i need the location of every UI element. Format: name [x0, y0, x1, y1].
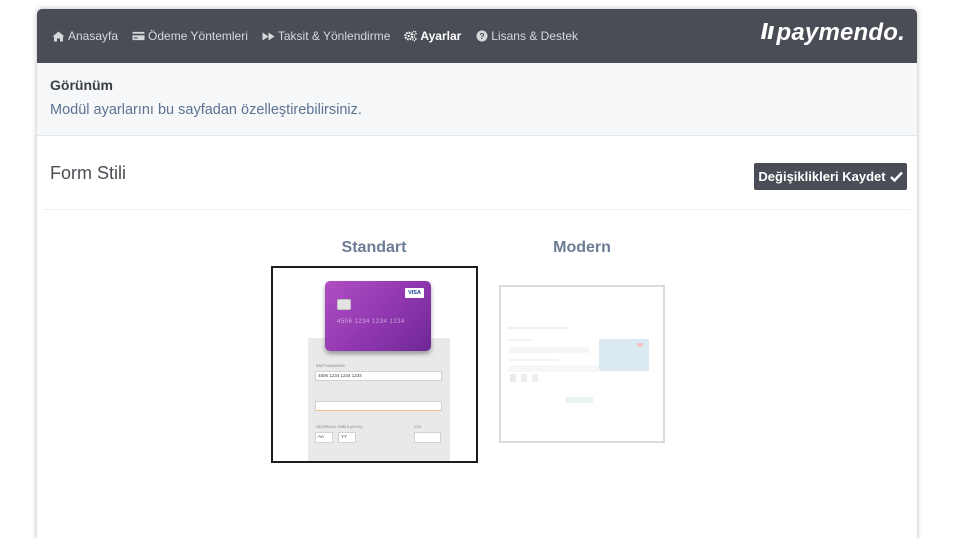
nav-label: Ayarlar — [420, 29, 462, 43]
card-number-field: 4506 1234 1234 1234 — [315, 371, 442, 381]
card-number-label: KART NUMARASI — [316, 364, 345, 368]
top-navbar: Anasayfa Ödeme Yöntemleri Taksit & Yönle… — [37, 9, 917, 63]
fast-forward-icon — [262, 30, 275, 42]
expiry-month-field: AA — [315, 432, 333, 443]
page-title: Görünüm — [50, 77, 113, 93]
nav-item-ayarlar[interactable]: Ayarlar — [404, 29, 461, 43]
visa-logo: VISA — [405, 288, 424, 298]
modern-form-preview — [507, 327, 649, 403]
paymendo-logo[interactable]: paymendo. — [760, 19, 906, 47]
question-circle-icon: ? — [475, 30, 488, 42]
form-style-panel-header: Form Stili Değişiklikleri Kaydet — [43, 136, 911, 210]
cogs-icon — [404, 30, 418, 42]
cvc-label: CVC — [414, 425, 422, 429]
check-icon — [889, 171, 903, 182]
nav-label: Ödeme Yöntemleri — [148, 29, 248, 43]
paymendo-logo-mark — [760, 19, 775, 47]
app-window: Anasayfa Ödeme Yöntemleri Taksit & Yönle… — [37, 9, 917, 539]
form-style-title: Form Stili — [50, 163, 126, 183]
card-name-field — [315, 401, 442, 411]
svg-text:?: ? — [479, 31, 484, 41]
page-header: Görünüm Modül ayarlarını bu sayfadan öze… — [37, 63, 917, 136]
nav-label: Taksit & Yönlendirme — [277, 29, 391, 43]
page-description: Modül ayarlarını bu sayfadan özelleştire… — [50, 102, 362, 118]
expiry-label: GEÇERLİLİK TARİHİ (AY/YIL) — [316, 425, 363, 429]
nav-label: Lisans & Destek — [491, 29, 579, 43]
home-icon — [52, 30, 65, 42]
card-chip-icon — [337, 299, 351, 310]
nav-item-odeme-yontemleri[interactable]: Ödeme Yöntemleri — [132, 29, 248, 43]
form-style-option-standart[interactable]: VISA 4506 1234 1234 1234 KART NUMARASI 4… — [271, 266, 478, 463]
option-label-modern: Modern — [553, 239, 611, 256]
nav-label: Anasayfa — [68, 29, 119, 43]
expiry-year-field: YY — [338, 432, 356, 443]
nav-item-taksit-yonlendirme[interactable]: Taksit & Yönlendirme — [262, 29, 391, 43]
save-button-label: Değişiklikleri Kaydet — [758, 169, 886, 184]
card-number-on-card: 4506 1234 1234 1234 — [337, 319, 405, 325]
nav-item-anasayfa[interactable]: Anasayfa — [52, 29, 118, 43]
save-changes-button[interactable]: Değişiklikleri Kaydet — [754, 163, 907, 190]
credit-card-preview: VISA 4506 1234 1234 1234 — [325, 281, 431, 351]
nav-item-lisans-destek[interactable]: ? Lisans & Destek — [475, 29, 578, 43]
cvc-field — [414, 432, 441, 443]
form-style-option-modern[interactable] — [499, 285, 665, 443]
credit-card-icon — [132, 30, 145, 42]
brand-name: paymendo. — [776, 19, 905, 46]
option-label-standart: Standart — [341, 239, 407, 256]
